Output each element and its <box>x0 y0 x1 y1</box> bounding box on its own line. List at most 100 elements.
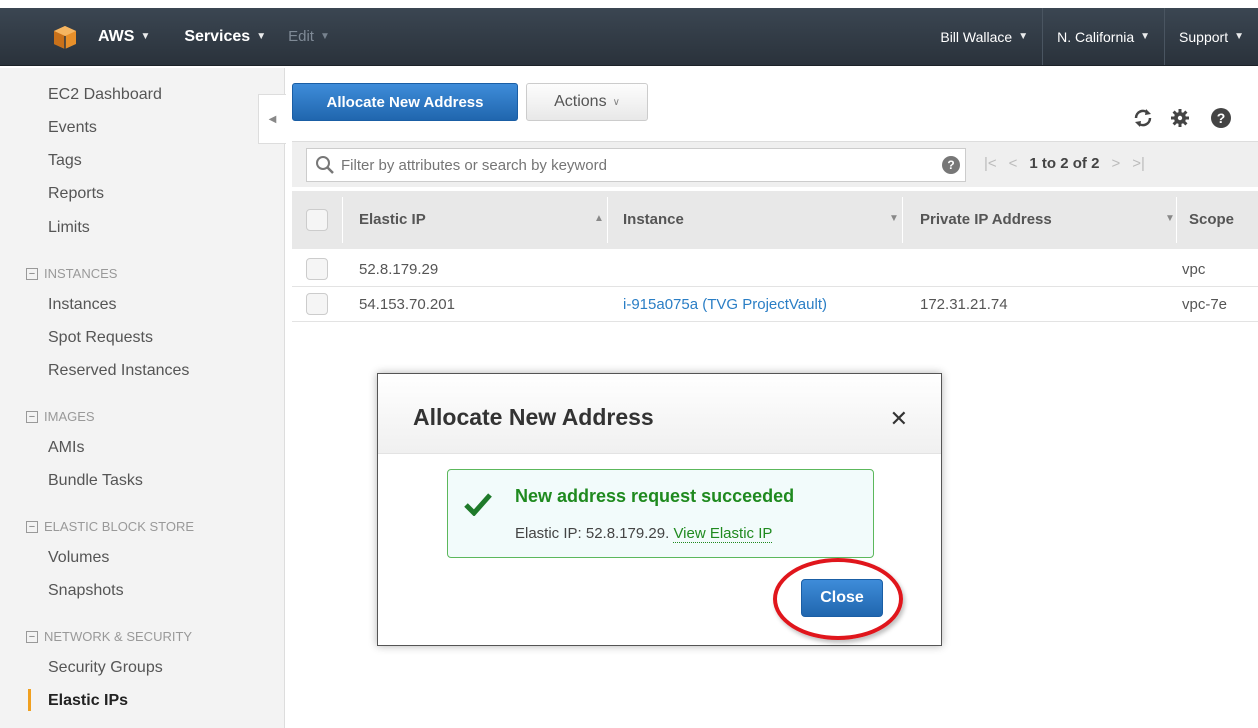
scope-cell: vpc <box>1182 261 1206 278</box>
gear-icon[interactable] <box>1168 106 1192 130</box>
dialog-header: Allocate New Address ✕ <box>378 374 941 454</box>
aws-menu[interactable]: AWS ▼ <box>98 28 150 46</box>
previous-page-icon[interactable]: < <box>1009 155 1018 172</box>
sidebar-item-tags[interactable]: Tags <box>48 152 82 170</box>
chevron-down-icon: ▼ <box>1140 31 1151 42</box>
support-menu-label: Support <box>1179 28 1229 45</box>
instance-link[interactable]: i-915a075a (TVG ProjectVault) <box>623 296 827 313</box>
chevron-down-icon: ▼ <box>256 31 267 42</box>
services-menu-label: Services <box>184 27 251 45</box>
section-title: ELASTIC BLOCK STORE <box>44 519 195 534</box>
first-page-icon[interactable]: |< <box>984 155 997 172</box>
scope-cell: vpc-7e <box>1182 296 1228 313</box>
search-icon <box>316 156 334 174</box>
sidebar-item-limits[interactable]: Limits <box>48 219 90 237</box>
table-header: Elastic IP ▲ Instance ▼ Private IP Addre… <box>292 191 1258 249</box>
sidebar-item-ec2-dashboard[interactable]: EC2 Dashboard <box>48 86 162 104</box>
alert-body-text: Elastic IP: 52.8.179.29. <box>515 525 670 542</box>
sidebar-item-reserved-instances[interactable]: Reserved Instances <box>48 362 189 380</box>
sidebar-item-elastic-ips[interactable]: Elastic IPs <box>48 692 128 710</box>
actions-button[interactable]: Actions ∨ <box>526 83 648 121</box>
view-elastic-ip-link[interactable]: View Elastic IP <box>673 525 773 543</box>
pagination: |< < 1 to 2 of 2 > >| <box>984 155 1145 172</box>
sort-ascending-icon[interactable]: ▲ <box>594 213 604 224</box>
column-header-elastic-ip[interactable]: Elastic IP <box>359 211 426 228</box>
collapse-icon: − <box>26 630 38 643</box>
next-page-icon[interactable]: > <box>1111 155 1120 172</box>
checkmark-icon <box>464 493 492 516</box>
close-icon[interactable]: ✕ <box>890 406 908 432</box>
aws-navbar: AWS ▼ Services ▼ Edit ▼ Bill Wallace ▼ N… <box>0 8 1258 66</box>
filter-field[interactable] <box>306 148 966 182</box>
alert-title: New address request succeeded <box>515 486 795 506</box>
sidebar-item-spot-requests[interactable]: Spot Requests <box>48 329 153 347</box>
help-icon[interactable]: ? <box>1209 106 1233 130</box>
chevron-down-icon: ∨ <box>612 96 620 108</box>
sidebar: EC2 Dashboard Events Tags Reports Limits… <box>0 68 285 728</box>
private-ip-cell: 172.31.21.74 <box>920 296 1008 313</box>
row-checkbox[interactable] <box>306 258 328 280</box>
svg-text:?: ? <box>1217 110 1226 126</box>
table-row[interactable]: 52.8.179.29 vpc <box>292 253 1258 287</box>
sort-icon[interactable]: ▼ <box>1165 213 1175 224</box>
section-title: NETWORK & SECURITY <box>44 629 193 644</box>
row-checkbox[interactable] <box>306 293 328 315</box>
collapse-icon: − <box>26 267 38 280</box>
sidebar-section-network-security[interactable]: − NETWORK & SECURITY <box>26 629 192 644</box>
region-menu-label: N. California <box>1057 28 1135 45</box>
chevron-left-icon: ◀ <box>268 113 277 125</box>
select-all-checkbox[interactable] <box>306 209 328 231</box>
support-menu[interactable]: Support ▼ <box>1164 8 1258 65</box>
column-header-scope[interactable]: Scope <box>1189 211 1234 228</box>
table-row[interactable]: 54.153.70.201 i-915a075a (TVG ProjectVau… <box>292 288 1258 322</box>
sidebar-item-volumes[interactable]: Volumes <box>48 549 109 567</box>
collapse-icon: − <box>26 410 38 423</box>
sidebar-section-instances[interactable]: − INSTANCES <box>26 266 117 281</box>
elastic-ip-cell: 54.153.70.201 <box>359 296 455 313</box>
aws-menu-label: AWS <box>98 27 135 45</box>
dialog-title: Allocate New Address <box>413 404 654 430</box>
sidebar-item-bundle-tasks[interactable]: Bundle Tasks <box>48 472 143 490</box>
sidebar-item-snapshots[interactable]: Snapshots <box>48 582 124 600</box>
sidebar-item-reports[interactable]: Reports <box>48 185 104 203</box>
collapse-icon: − <box>26 520 38 533</box>
edit-menu[interactable]: Edit ▼ <box>288 28 330 45</box>
section-title: IMAGES <box>44 409 95 424</box>
actions-label: Actions <box>554 93 607 110</box>
services-menu[interactable]: Services ▼ <box>184 28 266 46</box>
filter-help-icon[interactable]: ? <box>942 156 960 174</box>
edit-menu-label: Edit <box>288 28 314 45</box>
pager-count: 1 to 2 of 2 <box>1029 155 1100 172</box>
aws-cube-icon[interactable] <box>52 24 78 50</box>
nav-right-group: Bill Wallace ▼ N. California ▼ Support ▼ <box>926 8 1258 65</box>
filter-bar: ? |< < 1 to 2 of 2 > >| <box>292 141 1258 187</box>
close-button[interactable]: Close <box>801 579 883 617</box>
sidebar-section-elastic-block-store[interactable]: − ELASTIC BLOCK STORE <box>26 519 194 534</box>
top-bar: AWS ▼ Services ▼ Edit ▼ Bill Wallace ▼ N… <box>0 0 1258 68</box>
sidebar-item-events[interactable]: Events <box>48 119 97 137</box>
user-menu[interactable]: Bill Wallace ▼ <box>926 8 1042 65</box>
allocate-address-dialog: Allocate New Address ✕ New address reque… <box>377 373 942 646</box>
chevron-down-icon: ▼ <box>1018 31 1029 42</box>
last-page-icon[interactable]: >| <box>1132 155 1145 172</box>
column-header-private-ip[interactable]: Private IP Address <box>920 211 1052 228</box>
search-input[interactable] <box>341 156 941 174</box>
user-menu-label: Bill Wallace <box>940 28 1013 45</box>
allocate-new-address-button[interactable]: Allocate New Address <box>292 83 518 121</box>
chevron-down-icon: ▼ <box>1234 31 1244 42</box>
active-item-marker <box>28 689 31 711</box>
region-menu[interactable]: N. California ▼ <box>1042 8 1164 65</box>
elastic-ip-cell: 52.8.179.29 <box>359 261 439 278</box>
chevron-down-icon: ▼ <box>140 31 151 42</box>
success-alert: New address request succeeded Elastic IP… <box>447 469 874 558</box>
refresh-icon[interactable] <box>1131 106 1155 130</box>
column-header-instance[interactable]: Instance <box>623 211 684 228</box>
sidebar-collapse-toggle[interactable]: ◀ <box>258 94 286 144</box>
chevron-down-icon: ▼ <box>319 31 330 42</box>
sidebar-item-instances[interactable]: Instances <box>48 296 116 314</box>
sidebar-section-images[interactable]: − IMAGES <box>26 409 95 424</box>
alert-message: Elastic IP: 52.8.179.29. View Elastic IP <box>515 525 773 543</box>
sidebar-item-security-groups[interactable]: Security Groups <box>48 659 163 677</box>
sidebar-item-amis[interactable]: AMIs <box>48 439 84 457</box>
sort-icon[interactable]: ▼ <box>889 213 899 224</box>
